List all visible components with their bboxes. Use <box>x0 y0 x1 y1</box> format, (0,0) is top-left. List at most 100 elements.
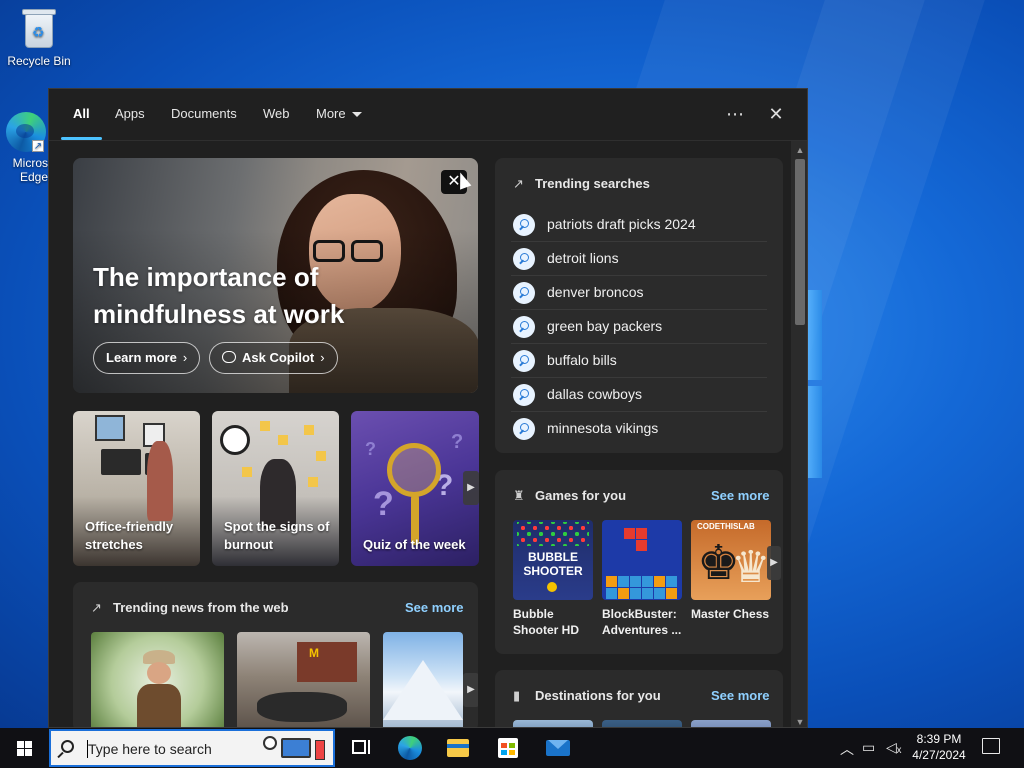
tab-apps[interactable]: Apps <box>115 106 145 121</box>
game-blockbuster[interactable]: BlockBuster: Adventures ... <box>602 520 682 638</box>
trending-search-item[interactable]: denver broncos <box>511 276 767 310</box>
search-icon <box>513 214 535 236</box>
tile-label: Quiz of the week <box>363 537 466 552</box>
search-icon <box>513 248 535 270</box>
sticky-note-image <box>278 435 288 445</box>
start-button[interactable] <box>0 728 48 768</box>
destination-thumbnail[interactable] <box>691 720 771 727</box>
folder-icon <box>447 739 469 757</box>
destinations-title: Destinations for you <box>535 688 661 703</box>
taskbar-edge[interactable] <box>386 728 434 768</box>
store-icon-square <box>501 743 507 748</box>
scroll-up-arrow-icon[interactable]: ▲ <box>795 145 805 155</box>
taskbar-mail[interactable] <box>534 728 582 768</box>
learn-more-button[interactable]: Learn more › <box>93 342 201 374</box>
search-icon <box>513 418 535 440</box>
destination-thumbnail[interactable] <box>513 720 593 727</box>
games-header: ♜ Games for you <box>513 488 626 504</box>
wall-frame-image <box>95 415 125 441</box>
trending-search-item[interactable]: buffalo bills <box>511 344 767 378</box>
hero-card[interactable]: The importance of mindfulness at work Le… <box>73 158 478 393</box>
tab-web[interactable]: Web <box>263 106 290 121</box>
search-tab-bar: All Apps Documents Web More ⋯ ✕ <box>49 89 807 141</box>
trending-icon: ↗ <box>91 600 102 615</box>
taskbar: Type here to search ︿ ▭ ◁ₓ 8:39 PM 4/27/… <box>0 728 1024 768</box>
network-icon[interactable]: ▭ <box>862 739 875 756</box>
news-thumbnail[interactable] <box>383 632 463 727</box>
luggage-icon: ▮ <box>513 688 521 703</box>
game-bubble-shooter[interactable]: BUBBLE SHOOTER Bubble Shooter HD <box>513 520 593 638</box>
pencil-cup-icon <box>315 740 325 760</box>
destination-thumbnail[interactable] <box>602 720 682 727</box>
game-title: Bubble Shooter HD <box>513 607 579 637</box>
block-image <box>606 588 617 599</box>
sticky-note-image <box>304 425 314 435</box>
sticky-note-image <box>316 451 326 461</box>
block-image <box>618 576 629 587</box>
clock-time: 8:39 PM <box>916 732 962 746</box>
ask-copilot-button[interactable]: Ask Copilot › <box>209 342 338 374</box>
news-thumbnail[interactable] <box>91 632 224 727</box>
game-art-text: BUBBLE SHOOTER <box>523 550 583 578</box>
windows-logo-wallpaper <box>808 290 878 480</box>
trending-search-item[interactable]: dallas cowboys <box>511 378 767 412</box>
scroll-down-arrow-icon[interactable]: ▼ <box>795 717 805 727</box>
tab-documents[interactable]: Documents <box>171 106 237 121</box>
block-image <box>666 588 677 599</box>
game-art-master-chess: CODETHISLAB ♚ ♛ <box>691 520 771 600</box>
show-hidden-icons-chevron-icon[interactable]: ︿ <box>840 739 854 759</box>
tab-all[interactable]: All <box>73 106 90 121</box>
block-image <box>618 588 629 599</box>
more-options-icon[interactable]: ⋯ <box>719 98 751 130</box>
taskbar-store[interactable] <box>484 728 532 768</box>
tab-more[interactable]: More <box>316 106 362 121</box>
flyout-scrollbar[interactable]: ▲ ▼ <box>791 141 807 727</box>
mail-icon-flap <box>548 740 568 749</box>
trending-news-header: ↗ Trending news from the web <box>91 600 289 616</box>
notifications-icon[interactable] <box>982 738 1000 754</box>
taskbar-search-box[interactable]: Type here to search <box>49 729 335 767</box>
taskbar-file-explorer[interactable] <box>434 728 482 768</box>
chess-queen-icon: ♛ <box>731 543 771 592</box>
chevron-right-icon: › <box>320 350 325 365</box>
edge-icon: ↗ <box>6 112 46 152</box>
games-see-more-link[interactable]: See more <box>711 488 770 503</box>
store-icon-square <box>509 750 515 755</box>
monitor-image <box>101 449 141 475</box>
block-image <box>636 540 647 551</box>
trending-search-item[interactable]: green bay packers <box>511 310 767 344</box>
hero-title: The importance of mindfulness at work <box>93 262 345 329</box>
game-master-chess[interactable]: CODETHISLAB ♚ ♛ Master Chess <box>691 520 771 622</box>
block-image <box>654 576 665 587</box>
news-thumbnail[interactable]: M <box>237 632 370 727</box>
tile-spot-the-signs-of-burnout[interactable]: Spot the signs of burnout <box>212 411 339 566</box>
laptop-icon <box>281 738 311 758</box>
trending-news-see-more-link[interactable]: See more <box>405 600 464 615</box>
trending-search-text: detroit lions <box>547 250 619 266</box>
question-mark-decor: ? <box>451 431 464 453</box>
task-view-icon-bar <box>368 740 371 754</box>
trending-search-text: green bay packers <box>547 318 663 334</box>
tile-office-friendly-stretches[interactable]: Office-friendly stretches <box>73 411 200 566</box>
trending-search-item[interactable]: minnesota vikings <box>511 412 767 446</box>
block-image <box>642 588 653 599</box>
trending-search-item[interactable]: patriots draft picks 2024 <box>511 208 767 242</box>
volume-muted-icon[interactable]: ◁ₓ <box>886 739 901 756</box>
close-icon[interactable]: ✕ <box>760 98 792 130</box>
trending-news-card: ↗ Trending news from the web See more M ▶ <box>73 582 478 727</box>
news-next-arrow-icon[interactable]: ▶ <box>463 673 478 707</box>
game-art-text: CODETHISLAB <box>697 522 755 531</box>
task-view-button[interactable] <box>336 728 384 768</box>
desktop-icon-recycle-bin[interactable]: ♻ Recycle Bin <box>3 6 75 68</box>
tiles-next-arrow-icon[interactable]: ▶ <box>463 471 479 505</box>
store-icon-square <box>509 743 515 748</box>
edge-icon <box>398 736 422 760</box>
games-next-arrow-icon[interactable]: ▶ <box>767 546 781 580</box>
destinations-see-more-link[interactable]: See more <box>711 688 770 703</box>
trending-search-item[interactable]: detroit lions <box>511 242 767 276</box>
tile-quiz-of-the-week[interactable]: ? ? ? ? Quiz of the week <box>351 411 479 566</box>
taskbar-clock[interactable]: 8:39 PM 4/27/2024 <box>906 731 972 763</box>
trending-searches-title: Trending searches <box>535 176 650 191</box>
scrollbar-thumb[interactable] <box>795 159 805 325</box>
folder-icon-band <box>447 744 469 748</box>
